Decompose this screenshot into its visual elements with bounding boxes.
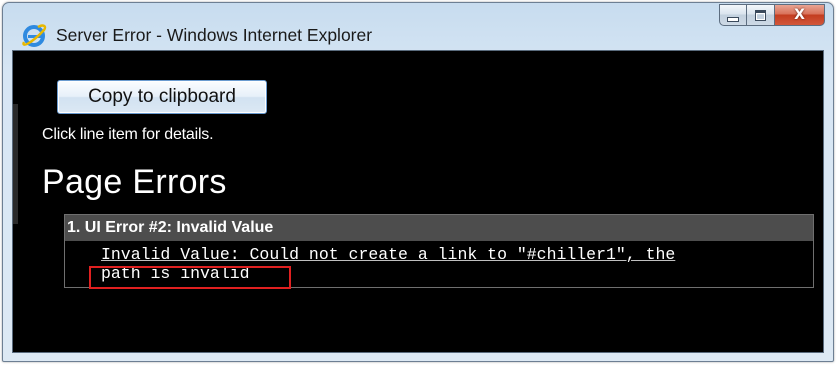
minimize-icon [727,16,739,22]
window-controls: X [719,4,825,28]
error-list-item[interactable]: 1. UI Error #2: Invalid Value Invalid Va… [64,214,814,289]
error-message: Invalid Value: Could not create a link t… [65,241,813,289]
left-edge-divider [13,104,18,224]
maximize-button[interactable] [747,4,775,26]
copy-to-clipboard-button[interactable]: Copy to clipboard [57,80,267,114]
title-bar[interactable]: Server Error - Windows Internet Explorer… [3,3,833,49]
highlight-annotation [89,266,291,289]
internet-explorer-icon [22,24,47,47]
window-title: Server Error - Windows Internet Explorer [56,25,373,45]
browser-window: Server Error - Windows Internet Explorer… [2,2,834,362]
minimize-button[interactable] [719,4,747,26]
page-content: Copy to clipboard Click line item for de… [12,50,824,353]
page-title: Page Errors [42,163,227,201]
close-icon: X [794,7,805,23]
error-message-line-1: Invalid Value: Could not create a link t… [101,245,676,264]
instruction-text: Click line item for details. [42,126,214,143]
error-header[interactable]: 1. UI Error #2: Invalid Value [65,215,813,241]
close-button[interactable]: X [775,4,825,26]
maximize-icon [755,9,766,21]
